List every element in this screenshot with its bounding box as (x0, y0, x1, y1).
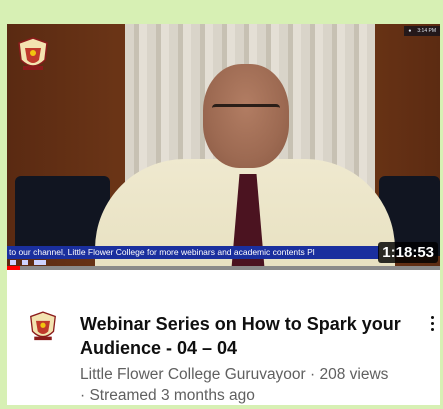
video-info: Little Flower College Guruvayoor · 208 v… (80, 364, 430, 405)
tray-time: 3:14 PM (417, 28, 436, 34)
next-icon[interactable] (22, 260, 28, 265)
streamed-date: · Streamed 3 months ago (80, 387, 255, 404)
video-meta: Webinar Series on How to Spark your Audi… (7, 284, 440, 404)
video-duration-badge: 1:18:53 (378, 242, 438, 263)
system-tray: ● 3:14 PM (404, 26, 440, 36)
video-player[interactable]: ● 3:14 PM to our channel, Little Flower … (7, 24, 440, 270)
volume-icon[interactable] (34, 260, 46, 265)
scrolling-ticker: to our channel, Little Flower College fo… (7, 246, 379, 259)
channel-avatar[interactable] (29, 310, 57, 344)
video-card[interactable]: ● 3:14 PM to our channel, Little Flower … (7, 24, 440, 405)
video-title[interactable]: Webinar Series on How to Spark your Audi… (80, 312, 410, 360)
kebab-menu-icon[interactable] (427, 316, 437, 336)
ticker-text: to our channel, Little Flower College fo… (9, 247, 315, 257)
tray-icon: ● (408, 28, 412, 34)
college-crest-icon (30, 311, 56, 341)
player-controls (7, 259, 46, 266)
progress-bar[interactable] (7, 266, 440, 270)
progress-fill (7, 266, 20, 270)
speaker-glasses (212, 104, 280, 121)
play-icon[interactable] (10, 260, 16, 265)
channel-and-views[interactable]: Little Flower College Guruvayoor · 208 v… (80, 364, 430, 385)
college-crest-icon (17, 36, 49, 74)
